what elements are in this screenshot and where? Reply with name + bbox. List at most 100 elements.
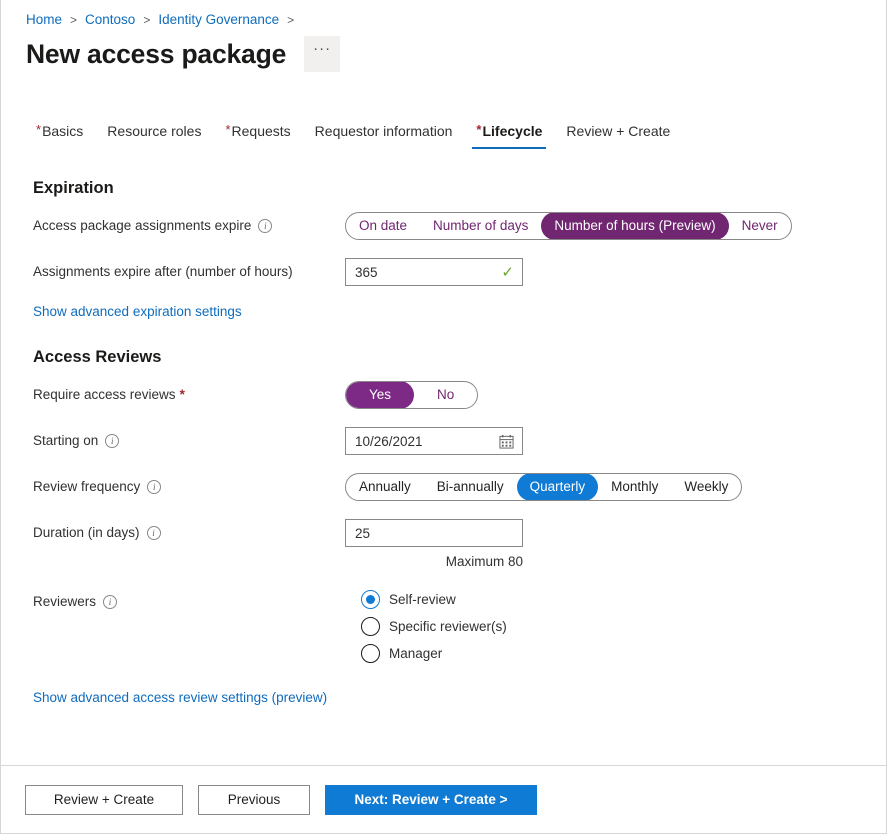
option-yes[interactable]: Yes — [346, 381, 414, 409]
tab-review-create[interactable]: Review + Create — [554, 122, 682, 149]
radio-specific-reviewers[interactable]: Specific reviewer(s) — [361, 617, 886, 636]
breadcrumb-item-contoso[interactable]: Contoso — [85, 12, 135, 27]
info-icon[interactable]: i — [105, 434, 119, 448]
tab-basics[interactable]: *Basics — [24, 122, 95, 149]
require-access-reviews-choice-group: Yes No — [345, 381, 478, 409]
field-label: Access package assignments expire i — [33, 212, 345, 236]
field-label: Duration (in days) i — [33, 519, 345, 543]
radio-label: Manager — [389, 646, 442, 661]
field-control: On date Number of days Number of hours (… — [345, 212, 886, 240]
field-control: Maximum 80 — [345, 519, 886, 569]
option-number-of-hours-preview[interactable]: Number of hours (Preview) — [541, 212, 728, 240]
duration-input[interactable] — [355, 526, 514, 541]
tab-label: Requests — [232, 123, 291, 139]
advanced-review-link-row: Show advanced access review settings (pr… — [33, 690, 886, 705]
label-text: Reviewers — [33, 592, 96, 612]
option-monthly[interactable]: Monthly — [598, 473, 671, 501]
tab-label: Lifecycle — [482, 123, 542, 139]
required-asterisk: * — [476, 122, 481, 137]
option-on-date[interactable]: On date — [346, 212, 420, 240]
breadcrumb-separator-trailing: > — [287, 13, 294, 27]
info-icon[interactable]: i — [103, 595, 117, 609]
radio-indicator — [361, 617, 380, 636]
tab-label: Review + Create — [566, 123, 670, 139]
field-control: ✓ — [345, 258, 886, 286]
label-text: Access package assignments expire — [33, 216, 251, 236]
wizard-tabs: *Basics Resource roles *Requests Request… — [1, 116, 886, 149]
show-advanced-access-review-settings-link[interactable]: Show advanced access review settings (pr… — [33, 690, 327, 705]
option-bi-annually[interactable]: Bi-annually — [424, 473, 517, 501]
ellipsis-icon: ··· — [313, 45, 331, 53]
option-quarterly[interactable]: Quarterly — [517, 473, 599, 501]
label-text: Duration (in days) — [33, 523, 140, 543]
option-number-of-days[interactable]: Number of days — [420, 212, 541, 240]
field-assignments-expire: Access package assignments expire i On d… — [33, 212, 886, 240]
tab-label: Requestor information — [315, 123, 453, 139]
review-create-button[interactable]: Review + Create — [25, 785, 183, 815]
radio-indicator — [361, 644, 380, 663]
next-review-create-button[interactable]: Next: Review + Create > — [325, 785, 537, 815]
duration-helper-text: Maximum 80 — [345, 554, 523, 569]
field-label: Assignments expire after (number of hour… — [33, 258, 345, 282]
previous-button[interactable]: Previous — [198, 785, 310, 815]
breadcrumb: Home > Contoso > Identity Governance > — [1, 0, 886, 30]
page-title: New access package — [26, 36, 286, 72]
review-frequency-choice-group: Annually Bi-annually Quarterly Monthly W… — [345, 473, 742, 501]
label-text: Require access reviews — [33, 385, 176, 405]
radio-manager[interactable]: Manager — [361, 644, 886, 663]
radio-self-review[interactable]: Self-review — [361, 590, 886, 609]
starting-on-date-input[interactable] — [355, 434, 499, 449]
tab-label: Basics — [42, 123, 83, 139]
lifecycle-form: Expiration Access package assignments ex… — [1, 149, 886, 765]
option-no[interactable]: No — [414, 381, 477, 409]
expire-after-input-wrapper[interactable]: ✓ — [345, 258, 523, 286]
blade-panel: Home > Contoso > Identity Governance > N… — [0, 0, 887, 834]
valid-check-icon: ✓ — [501, 265, 514, 280]
section-heading-access-reviews: Access Reviews — [33, 348, 886, 367]
radio-label: Specific reviewer(s) — [389, 619, 507, 634]
show-advanced-expiration-settings-link[interactable]: Show advanced expiration settings — [33, 304, 242, 319]
field-require-access-reviews: Require access reviews * Yes No — [33, 381, 886, 409]
breadcrumb-separator: > — [143, 13, 150, 27]
tab-requests[interactable]: *Requests — [213, 122, 302, 149]
duration-input-wrapper[interactable] — [345, 519, 523, 547]
reviewers-radio-group: Self-review Specific reviewer(s) Manager — [361, 588, 886, 663]
field-label: Review frequency i — [33, 473, 345, 497]
info-icon[interactable]: i — [147, 480, 161, 494]
info-icon[interactable]: i — [147, 526, 161, 540]
calendar-icon[interactable] — [499, 434, 514, 449]
starting-on-input-wrapper[interactable] — [345, 427, 523, 455]
required-asterisk: * — [180, 385, 185, 405]
tab-requestor-information[interactable]: Requestor information — [303, 122, 465, 149]
field-control — [345, 427, 886, 455]
option-annually[interactable]: Annually — [346, 473, 424, 501]
breadcrumb-item-identity-governance[interactable]: Identity Governance — [158, 12, 279, 27]
tab-resource-roles[interactable]: Resource roles — [95, 122, 213, 149]
field-expire-after: Assignments expire after (number of hour… — [33, 258, 886, 286]
breadcrumb-separator: > — [70, 13, 77, 27]
label-text: Review frequency — [33, 477, 140, 497]
wizard-footer: Review + Create Previous Next: Review + … — [1, 765, 886, 833]
more-options-button[interactable]: ··· — [304, 36, 340, 72]
option-weekly[interactable]: Weekly — [671, 473, 741, 501]
label-text: Assignments expire after (number of hour… — [33, 262, 293, 282]
field-control: Yes No — [345, 381, 886, 409]
assignments-expire-choice-group: On date Number of days Number of hours (… — [345, 212, 792, 240]
field-label: Starting on i — [33, 427, 345, 451]
advanced-expiration-link-row: Show advanced expiration settings — [33, 304, 886, 319]
expire-after-input[interactable] — [355, 265, 497, 280]
tab-label: Resource roles — [107, 123, 201, 139]
required-asterisk: * — [225, 122, 230, 137]
breadcrumb-item-home[interactable]: Home — [26, 12, 62, 27]
label-text: Starting on — [33, 431, 98, 451]
title-row: New access package ··· — [1, 30, 886, 72]
field-control: Annually Bi-annually Quarterly Monthly W… — [345, 473, 886, 501]
info-icon[interactable]: i — [258, 219, 272, 233]
radio-label: Self-review — [389, 592, 456, 607]
tab-lifecycle[interactable]: *Lifecycle — [464, 122, 554, 149]
field-duration: Duration (in days) i Maximum 80 — [33, 519, 886, 569]
field-control: Self-review Specific reviewer(s) Manager — [345, 588, 886, 663]
field-review-frequency: Review frequency i Annually Bi-annually … — [33, 473, 886, 501]
field-label: Reviewers i — [33, 588, 345, 612]
option-never[interactable]: Never — [729, 212, 791, 240]
